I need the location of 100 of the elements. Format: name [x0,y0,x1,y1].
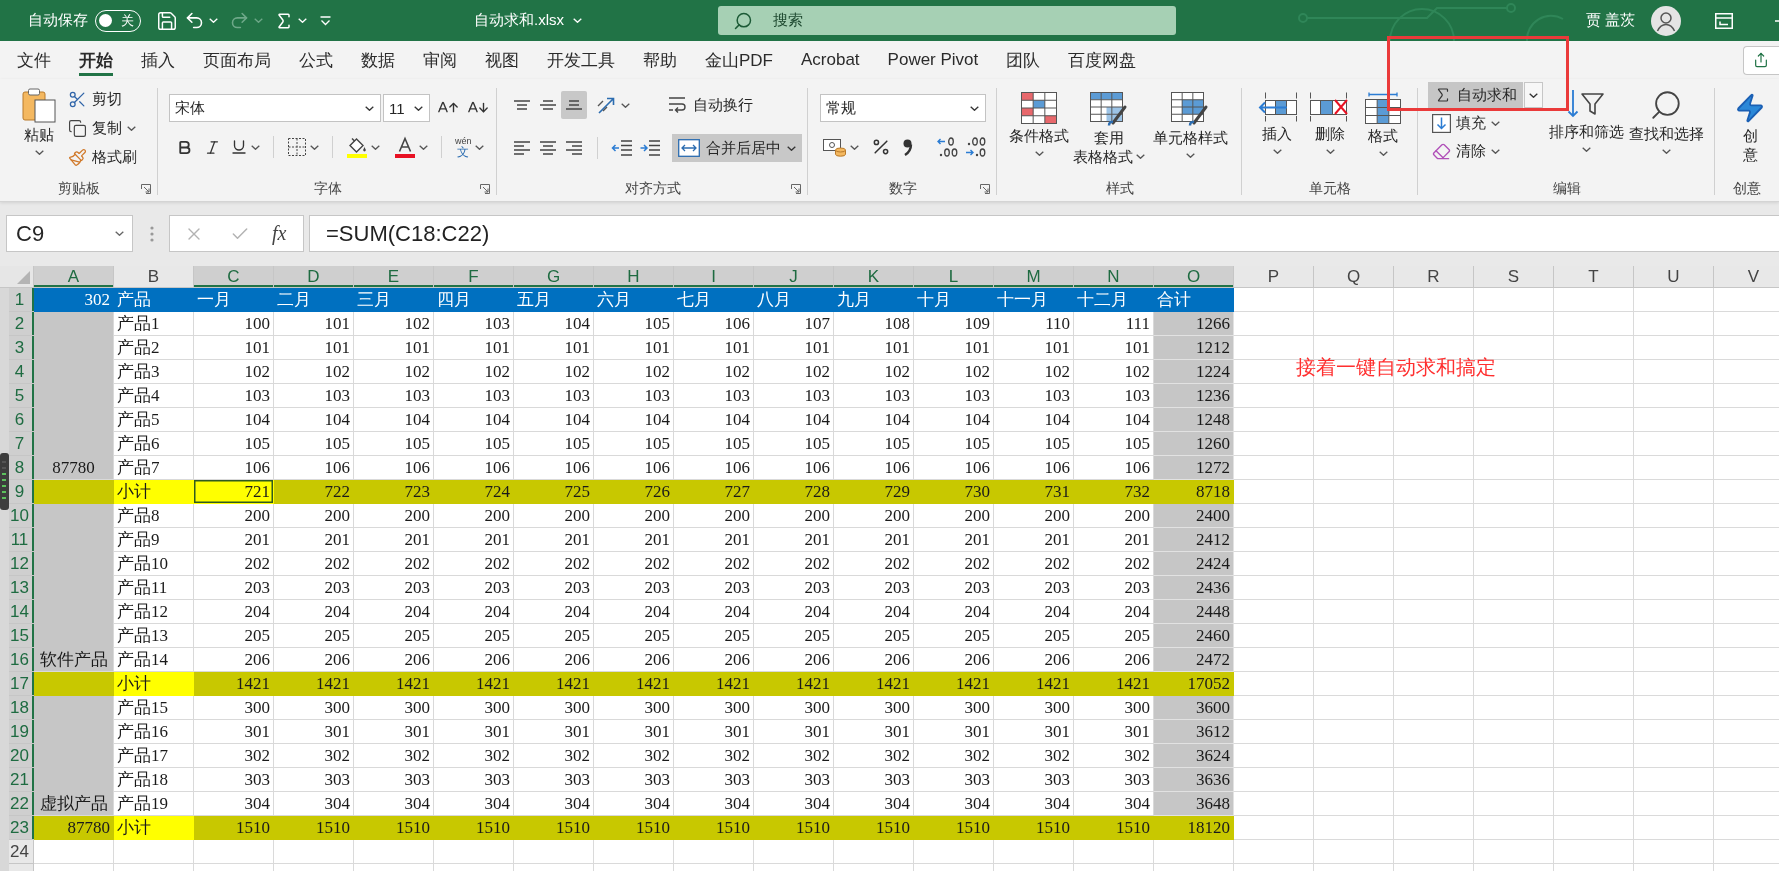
column-header[interactable]: J [754,266,834,287]
dialog-launcher-button[interactable] [980,184,990,194]
row-header[interactable]: 14 [9,600,34,624]
phonetic-guide-button[interactable]: wén 文 [452,133,487,161]
row-header[interactable]: 22 [9,792,34,816]
ribbon-tab[interactable]: 插入 [127,41,189,79]
row-header[interactable]: 13 [9,576,34,600]
format-as-table-button[interactable]: 套用 表格格式 [1073,86,1145,166]
format-cells-button[interactable]: 格式 [1358,86,1408,156]
row-header[interactable]: 18 [9,696,34,720]
caret-icon [1272,149,1282,154]
ideas-button[interactable]: 创意 [1733,86,1767,164]
row-header[interactable]: 3 [9,336,34,360]
row-header[interactable]: 10 [9,504,34,528]
copy-button[interactable]: 复制 [64,114,141,143]
ribbon-tab[interactable]: 数据 [347,41,409,79]
row-header[interactable]: 7 [9,432,34,456]
column-header[interactable]: K [834,266,914,287]
column-header[interactable]: I [674,266,754,287]
find-select-button[interactable]: 查找和选择 [1626,82,1706,154]
search-field[interactable]: 搜索 [718,6,1176,35]
ribbon-tab[interactable]: 开始 [65,41,127,79]
table-cell: 1510 [194,816,274,840]
dialog-launcher-button[interactable] [480,184,490,194]
row-header[interactable]: 21 [9,768,34,792]
row-header[interactable]: 12 [9,552,34,576]
row-header[interactable]: 20 [9,744,34,768]
row-header[interactable]: 16 [9,648,34,672]
table-cell: 2412 [1154,528,1234,552]
font-name-dropdown[interactable]: 宋体 [169,94,381,122]
percent-icon [871,137,891,157]
conditional-formatting-button[interactable]: 条件格式 [1005,86,1073,156]
fill-button[interactable]: 填充 [1428,109,1546,137]
row-header[interactable]: 4 [9,360,34,384]
clear-button[interactable]: 清除 [1428,137,1546,165]
row-header[interactable]: 15 [9,624,34,648]
column-header[interactable]: A [34,266,114,287]
merge-center-button[interactable]: 合并后居中 [672,134,802,162]
header-cell: 九月 [834,288,914,312]
row-header[interactable]: 5 [9,384,34,408]
ribbon-tab[interactable]: 百度网盘 [1054,41,1151,79]
table-cell: 87780 [34,816,114,840]
row-header[interactable]: 2 [9,312,34,336]
ribbon-tab[interactable]: Acrobat [787,41,874,79]
row-header[interactable]: 8 [9,456,34,480]
column-header[interactable]: D [274,266,354,287]
column-header[interactable]: M [994,266,1074,287]
ribbon-tab[interactable]: 审阅 [409,41,471,79]
wrap-text-button[interactable]: 自动换行 [661,91,759,119]
ribbon-tab[interactable]: 页面布局 [189,41,285,79]
ribbon-tab[interactable]: 文件 [3,41,65,79]
cut-button[interactable]: 剪切 [64,85,141,114]
row-header[interactable]: 1 [9,288,34,312]
paste-button[interactable]: 粘贴 [14,82,64,155]
insert-cells-button[interactable]: 插入 [1252,86,1302,154]
formula-field[interactable]: =SUM(C18:C22) [309,215,1779,252]
number-format-dropdown[interactable]: 常规 [820,94,986,122]
ribbon-tab[interactable]: 金山PDF [691,41,787,79]
delete-cells-button[interactable]: 删除 [1305,86,1355,154]
ribbon-display-button[interactable] [1715,12,1733,29]
align-bottom-button[interactable] [561,91,587,119]
column-header[interactable]: E [354,266,434,287]
avatar-icon[interactable] [1651,5,1681,36]
cell-styles-button[interactable]: 单元格样式 [1149,86,1231,158]
name-box[interactable]: C9 [6,215,133,252]
row-header[interactable]: 24 [9,840,34,864]
column-header[interactable]: O [1154,266,1234,287]
dialog-launcher-button[interactable] [791,184,801,194]
ribbon-tab[interactable]: Power Pivot [873,41,993,79]
ribbon-tab[interactable]: 团队 [992,41,1055,79]
format-painter-button[interactable]: 格式刷 [64,143,141,172]
column-header[interactable]: C [194,266,274,287]
autosum-button[interactable]: 自动求和 [1428,82,1523,108]
column-header[interactable]: L [914,266,994,287]
row-header[interactable]: 19 [9,720,34,744]
row-header[interactable]: 17 [9,672,34,696]
font-size-dropdown[interactable]: 11 [383,94,430,122]
dialog-launcher-button[interactable] [141,184,151,194]
column-header[interactable]: H [594,266,674,287]
ribbon-tab[interactable]: 开发工具 [533,41,629,79]
row-header[interactable]: 11 [9,528,34,552]
column-header[interactable]: N [1074,266,1154,287]
table-cell: 726 [594,480,674,504]
table-cell: 小计 [114,816,194,840]
autosum-menu-button[interactable] [1524,82,1543,108]
group-label: 创意 [1733,180,1761,198]
row-header[interactable]: 9 [9,480,34,504]
insert-function-button[interactable]: fx [272,222,287,245]
ribbon-tab[interactable]: 帮助 [629,41,691,79]
table-cell: 1421 [1074,672,1154,696]
row-header[interactable]: 6 [9,408,34,432]
ribbon-tab[interactable]: 视图 [471,41,533,79]
ribbon-tab[interactable]: 公式 [285,41,347,79]
share-button[interactable] [1743,45,1779,75]
sort-filter-button[interactable]: 排序和筛选 [1546,82,1626,152]
file-name-button[interactable]: 自动求和.xlsx [474,5,582,36]
row-header[interactable]: 23 [9,816,34,840]
table-cell: 8718 [1154,480,1234,504]
column-header[interactable]: F [434,266,514,287]
column-header[interactable]: G [514,266,594,287]
